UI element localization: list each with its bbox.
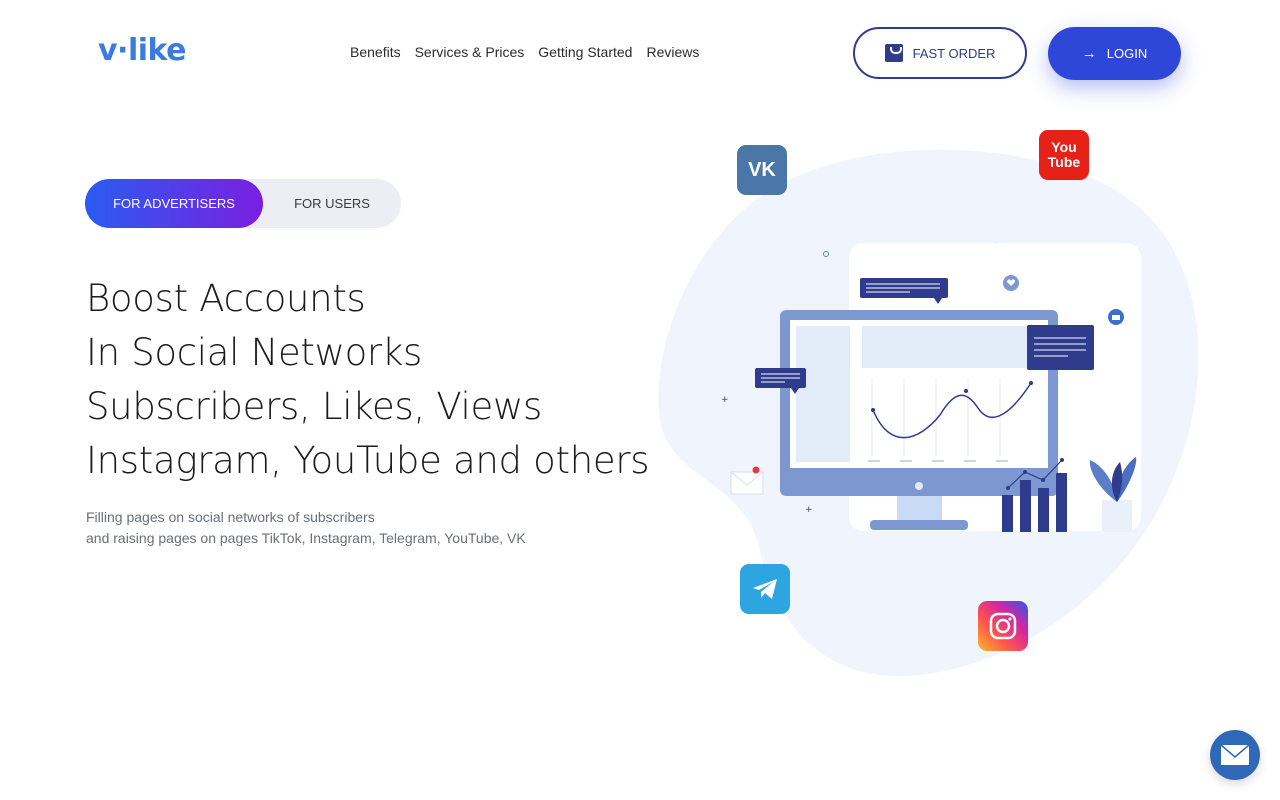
subtitle-line-1: Filling pages on social networks of subs… — [86, 509, 375, 525]
login-button[interactable]: → LOGIN — [1048, 27, 1181, 80]
nav-getting-started[interactable]: Getting Started — [538, 44, 632, 60]
instagram-icon — [978, 601, 1028, 651]
headline-line-1: Boost Accounts — [86, 277, 366, 320]
audience-toggle: FOR ADVERTISERS FOR USERS — [85, 179, 401, 228]
mail-chat-button[interactable] — [1210, 730, 1260, 780]
svg-text:+: + — [805, 505, 813, 515]
nav-reviews[interactable]: Reviews — [646, 44, 699, 60]
mail-icon — [1220, 744, 1250, 765]
tab-for-advertisers[interactable]: FOR ADVERTISERS — [85, 179, 263, 228]
tab-for-users[interactable]: FOR USERS — [263, 179, 401, 228]
telegram-plane-glyph — [753, 579, 777, 599]
login-label: LOGIN — [1106, 46, 1148, 61]
headline-line-3: Subscribers, Likes, Views — [86, 385, 542, 428]
youtube-icon: You Tube — [1039, 130, 1089, 180]
fast-order-label: FAST ORDER — [912, 45, 996, 61]
subtitle-line-2: and raising pages on pages TikTok, Insta… — [86, 530, 526, 546]
nav-services-prices[interactable]: Services & Prices — [415, 44, 525, 60]
main-nav: Benefits Services & Prices Getting Start… — [350, 44, 699, 60]
illustration-art: + + + — [658, 149, 1199, 677]
telegram-icon — [740, 564, 790, 614]
nav-benefits[interactable]: Benefits — [350, 44, 401, 60]
logo[interactable]: v·like — [98, 33, 187, 68]
hero-illustration: + + + — [650, 120, 1210, 690]
hero-subtitle: Filling pages on social networks of subs… — [86, 507, 526, 549]
hero-headline: Boost Accounts In Social Networks Subscr… — [86, 272, 650, 488]
svg-text:+: + — [721, 395, 729, 405]
vk-icon-label: VK — [748, 158, 776, 181]
fast-order-button[interactable]: FAST ORDER — [853, 27, 1027, 79]
youtube-icon-bottom: Tube — [1047, 154, 1081, 170]
vk-icon: VK — [737, 145, 787, 195]
headline-line-4: Instagram, YouTube and others — [86, 439, 650, 482]
shopping-bag-icon — [884, 44, 903, 62]
arrow-right-icon: → — [1081, 45, 1097, 62]
headline-line-2: In Social Networks — [86, 331, 422, 374]
instagram-camera-glyph — [989, 612, 1017, 640]
youtube-icon-top: You — [1051, 139, 1077, 155]
